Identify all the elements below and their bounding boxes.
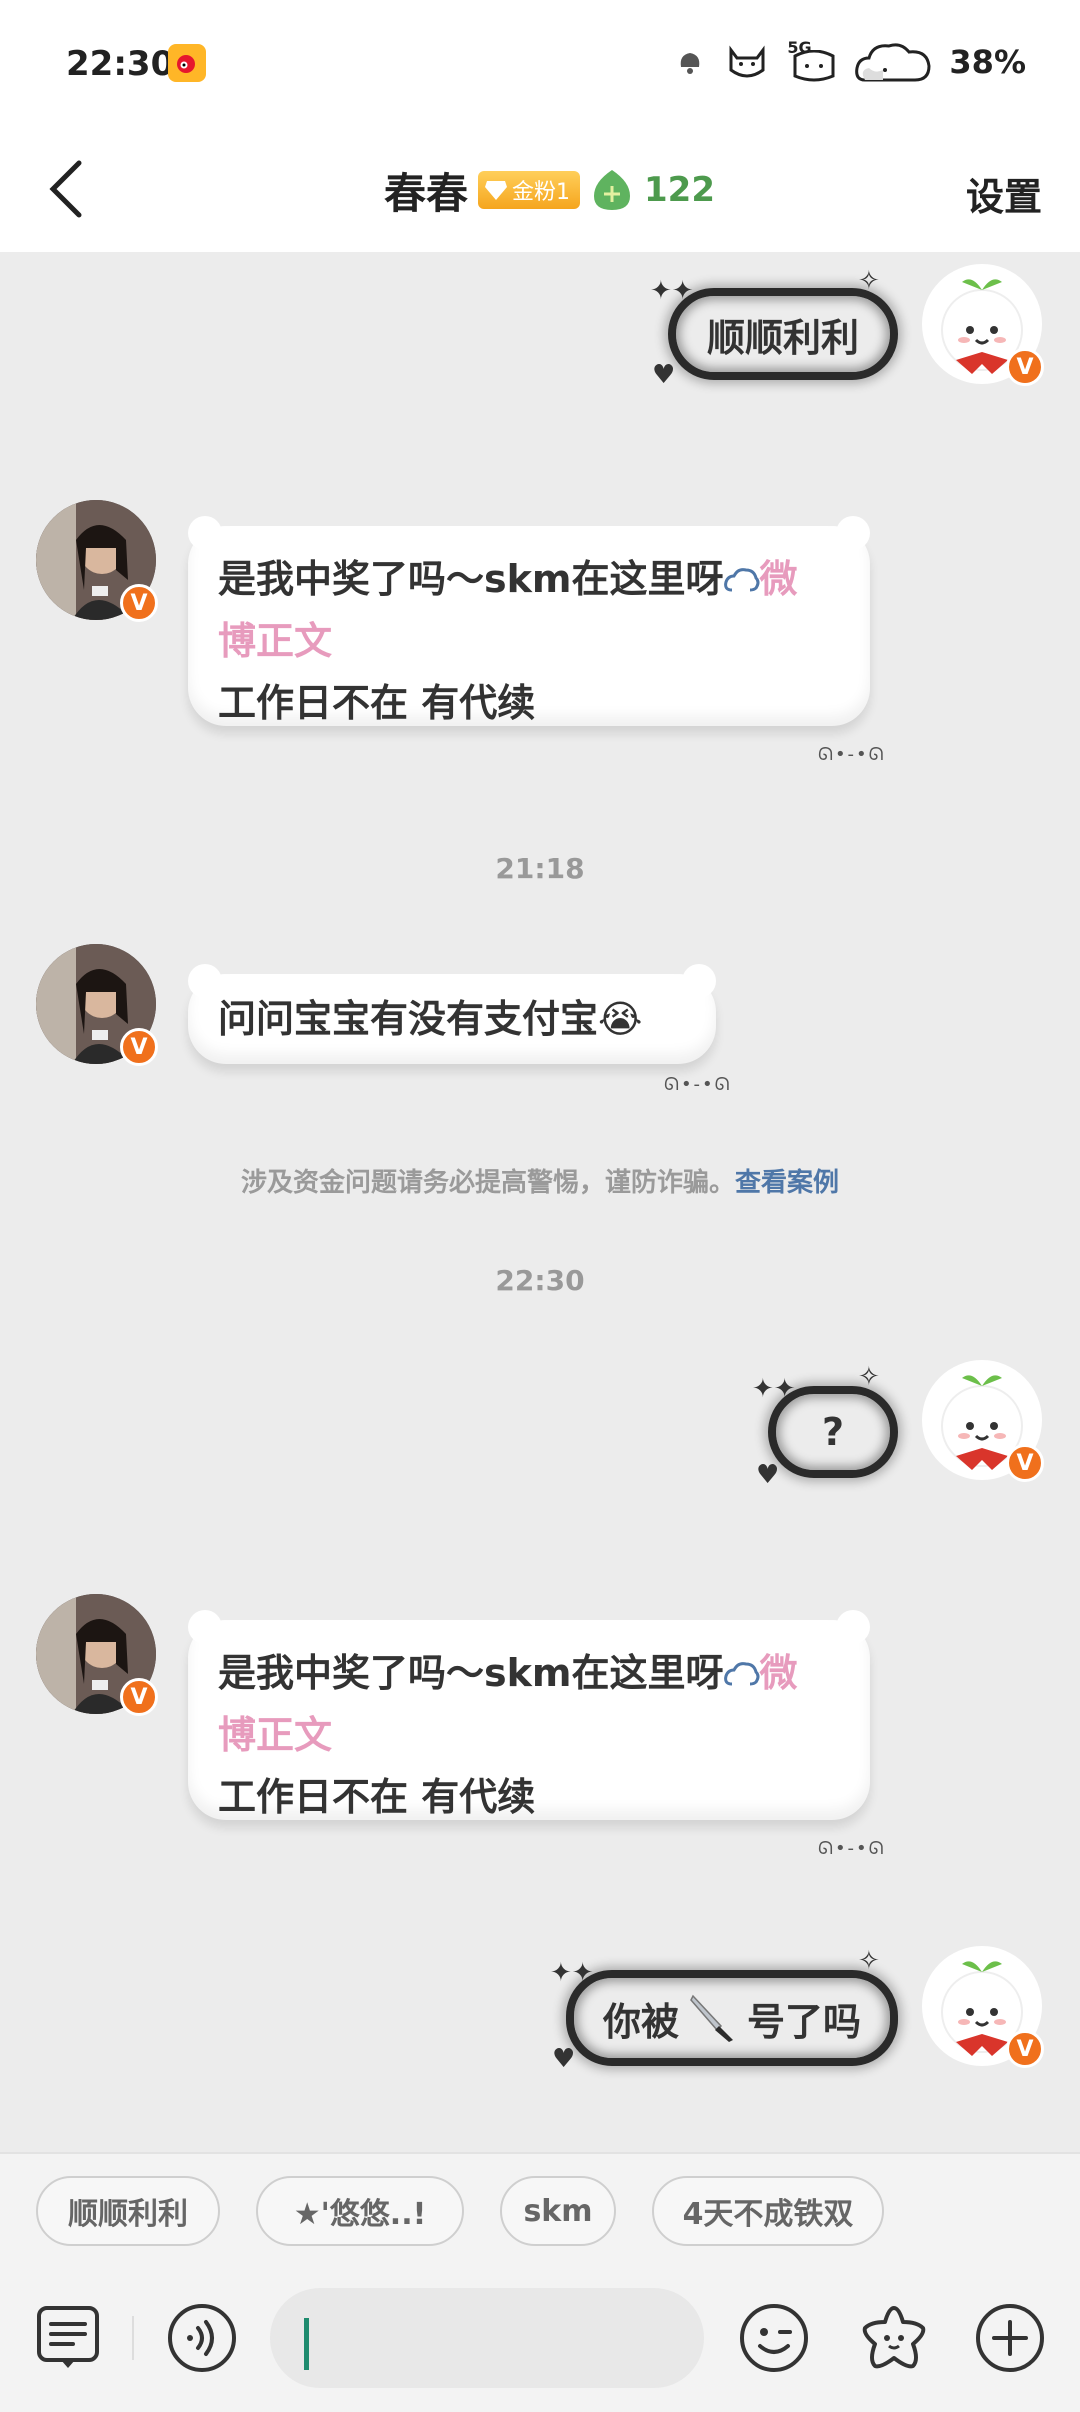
message-text: 号了吗 (747, 1999, 862, 2044)
weibo-link[interactable]: 博正文 (218, 1713, 332, 1757)
fan-level-badge: 金粉1 (478, 171, 581, 209)
chevron-left-icon (49, 160, 82, 218)
chat-header: 春春 金粉1 122 设置 (0, 130, 1080, 252)
message-line: 博正文 (218, 1704, 840, 1766)
message-text: 是我中奖了吗～skm在这里呀 (218, 1651, 724, 1695)
fan-badge-label: 金粉1 (512, 180, 571, 205)
fraud-warning: 涉及资金问题请务必提高警惕，谨防诈骗。查看案例 (0, 1162, 1080, 1199)
voice-icon (168, 2304, 236, 2372)
quick-reply-chip[interactable]: skm (500, 2176, 616, 2246)
status-bar: 22:30 5G 38% (0, 0, 1080, 130)
timestamp: 21:18 (495, 852, 585, 885)
bubble-decoration: ᘏ•-•ᘏ (818, 1838, 886, 1859)
message-line: 工作日不在 有代续 (218, 1766, 840, 1828)
signal-icon: 5G (787, 38, 837, 82)
silent-icon (681, 53, 700, 74)
back-button[interactable] (32, 154, 102, 224)
heart-icon: ♥ (652, 360, 676, 390)
sticker-button[interactable] (854, 2298, 934, 2378)
contact-avatar[interactable]: V (36, 944, 158, 1066)
quick-reply-chip[interactable]: 4天不成铁双 (652, 2176, 884, 2246)
my-avatar[interactable]: V (922, 1946, 1044, 2068)
cat-wifi-icon (729, 45, 765, 78)
message-bubble-mine[interactable]: 你被 号了吗 (566, 1970, 898, 2066)
message-text: 你被 (602, 1999, 679, 2044)
cloud-icon (723, 568, 759, 592)
message-line: 是我中奖了吗～skm在这里呀微 (218, 1642, 840, 1704)
message-bubble-other[interactable]: 是我中奖了吗～skm在这里呀微 博正文 工作日不在 有代续 (188, 516, 870, 726)
message-line: 是我中奖了吗～skm在这里呀微 (218, 548, 840, 610)
weibo-link[interactable]: 微 (760, 1651, 798, 1695)
menu-toggle-button[interactable] (28, 2298, 108, 2378)
cloud-icon (723, 1662, 759, 1686)
plus-icon (976, 2304, 1044, 2372)
battery-percent: 38% (949, 43, 1026, 81)
my-avatar[interactable]: V (922, 264, 1044, 386)
bow-icon: ✧ (858, 266, 880, 296)
contact-name: 春春 (384, 168, 469, 218)
timestamp: 22:30 (495, 1264, 585, 1297)
view-cases-link[interactable]: 查看案例 (735, 1168, 839, 1198)
verified-badge-icon: V (1006, 348, 1044, 386)
bubble-decoration: ᘏ•-•ᘏ (664, 1074, 732, 1095)
fan-count: 122 (644, 170, 715, 210)
document-list-icon (37, 2306, 99, 2368)
weibo-app-icon (168, 44, 206, 82)
warning-text: 涉及资金问题请务必提高警惕，谨防诈骗。 (240, 1168, 735, 1198)
crying-emoji-icon: 😭 (598, 997, 643, 1041)
verified-badge-icon: V (1006, 2030, 1044, 2068)
divider (132, 2316, 134, 2360)
knife-icon (690, 1994, 733, 2042)
message-bubble-other[interactable]: 问问宝宝有没有支付宝😭 (188, 964, 716, 1064)
weibo-link[interactable]: 博正文 (218, 619, 332, 663)
my-avatar[interactable]: V (922, 1360, 1044, 1482)
sparkle-icon: ✦✦ (752, 1374, 796, 1404)
message-text: 工作日不在 有代续 (218, 681, 536, 725)
leaf-icon (594, 170, 631, 210)
verified-badge-icon: V (1006, 1444, 1044, 1482)
message-text: 是我中奖了吗～skm在这里呀 (218, 557, 724, 601)
smiley-icon (740, 2304, 808, 2372)
header-title-group[interactable]: 春春 金粉1 122 (384, 160, 715, 220)
sparkle-icon: ✦✦ (650, 276, 694, 306)
message-line: 工作日不在 有代续 (218, 672, 840, 734)
message-line: 博正文 (218, 610, 840, 672)
status-icons: 5G 38% (673, 38, 1026, 84)
quick-reply-chip[interactable]: ★'悠悠..! (256, 2176, 464, 2246)
bubble-decoration: ᘏ•-•ᘏ (818, 744, 886, 765)
settings-button[interactable]: 设置 (966, 166, 1042, 221)
status-time: 22:30 (66, 44, 175, 84)
message-input[interactable] (270, 2288, 704, 2388)
message-text: 问问宝宝有没有支付宝 (218, 997, 599, 1041)
battery-cloud-icon (855, 43, 931, 82)
verified-badge-icon: V (120, 584, 158, 622)
sparkle-icon: ✦✦ (550, 1958, 594, 1988)
verified-badge-icon: V (120, 1678, 158, 1716)
quick-reply-chip[interactable]: 顺顺利利 (36, 2176, 220, 2246)
verified-badge-icon: V (120, 1028, 158, 1066)
heart-icon: ♥ (756, 1460, 780, 1490)
input-bar (0, 2268, 1080, 2412)
weibo-link[interactable]: 微 (760, 557, 798, 601)
chat-area[interactable]: V 顺顺利利 ✦✦ ✧ ♥ V 是我中奖了吗～skm在这里呀微 博正文 工作日不… (0, 252, 1080, 2152)
message-bubble-other[interactable]: 是我中奖了吗～skm在这里呀微 博正文 工作日不在 有代续 (188, 1610, 870, 1820)
contact-avatar[interactable]: V (36, 1594, 158, 1716)
star-sticker-icon (862, 2306, 926, 2369)
bow-icon: ✧ (858, 1362, 880, 1392)
text-caret (304, 2318, 309, 2370)
heart-icon: ♥ (552, 2044, 576, 2074)
contact-avatar[interactable]: V (36, 500, 158, 622)
diamond-icon (485, 181, 508, 200)
message-bubble-mine[interactable]: 顺顺利利 (668, 288, 898, 380)
add-button[interactable] (970, 2298, 1050, 2378)
message-text: ? (821, 1410, 845, 1454)
message-text: 工作日不在 有代续 (218, 1775, 536, 1819)
quick-reply-bar: 顺顺利利 ★'悠悠..! skm 4天不成铁双 (0, 2152, 1080, 2268)
bow-icon: ✧ (858, 1946, 880, 1976)
message-text: 顺顺利利 (706, 315, 859, 360)
voice-button[interactable] (162, 2298, 242, 2378)
emoji-button[interactable] (734, 2298, 814, 2378)
